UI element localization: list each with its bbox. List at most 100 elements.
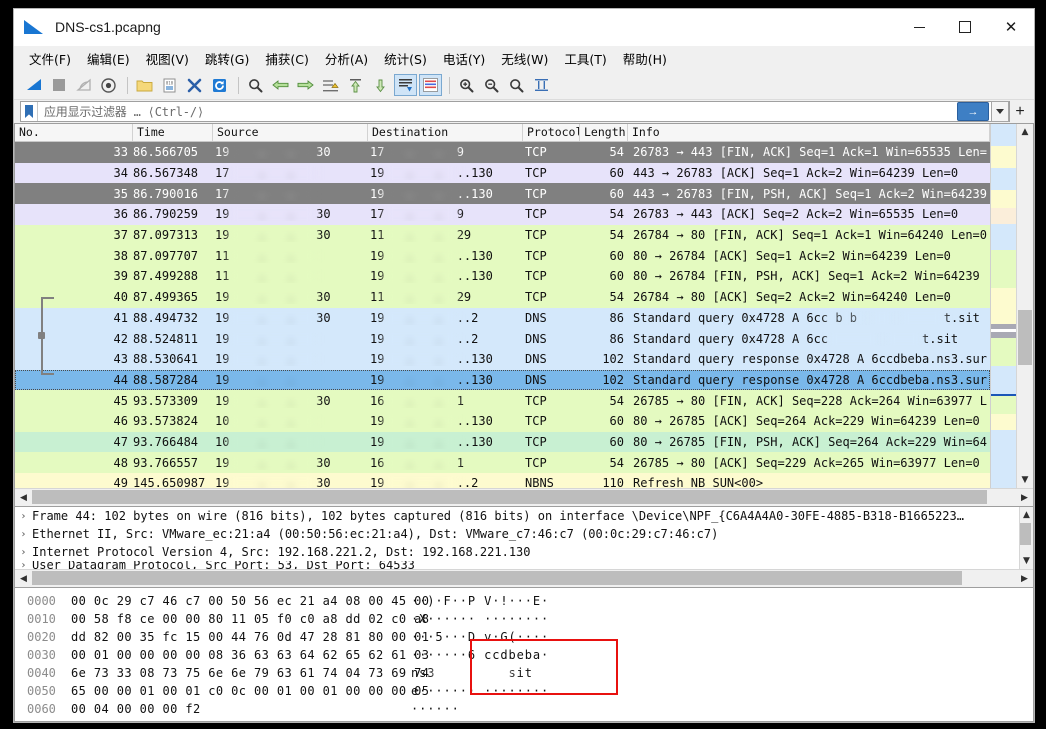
packet-map-segment[interactable]: [991, 124, 1016, 146]
display-filter-input[interactable]: 应用显示过滤器 … ⟨Ctrl-/⟩ →: [20, 101, 1010, 122]
packet-row[interactable]: 49145.65098719 . . 3019 . . ..2NBNS110Re…: [15, 473, 990, 488]
packet-map-segment[interactable]: [991, 168, 1016, 190]
packet-row[interactable]: 3586.79001617 . . 19 . . ..130TCP60443 →…: [15, 183, 990, 204]
hscroll-right-icon[interactable]: ▶: [1016, 489, 1033, 506]
details-hscroll-right-icon[interactable]: ▶: [1016, 570, 1033, 587]
detail-row[interactable]: ›Frame 44: 102 bytes on wire (816 bits),…: [15, 507, 1033, 525]
expand-chevron-right-icon[interactable]: ›: [15, 547, 32, 558]
packet-row[interactable]: 3787.09731319 . . 3011 . . 29TCP5426784 …: [15, 225, 990, 246]
hex-dump-row[interactable]: 001000 58 f8 ce 00 00 80 11 05 f0 c0 a8 …: [15, 610, 1033, 628]
menu-telephony[interactable]: 电话(Y): [436, 46, 492, 71]
menu-edit[interactable]: 编辑(E): [80, 46, 137, 71]
expand-chevron-right-icon[interactable]: ›: [15, 529, 32, 540]
menu-capture[interactable]: 捕获(C): [258, 46, 315, 71]
packet-map-segment[interactable]: [991, 396, 1016, 414]
column-header-info[interactable]: Info: [628, 124, 990, 141]
menu-help[interactable]: 帮助(H): [616, 46, 674, 71]
packet-row[interactable]: 3887.09770711 . . 19 . . ..130TCP6080 → …: [15, 245, 990, 266]
packet-row[interactable]: 4488.58728419 . . 19 . . ..130DNS102Stan…: [15, 370, 990, 391]
column-header-length[interactable]: Length: [580, 124, 628, 141]
packet-map-segment[interactable]: [991, 366, 1016, 394]
column-header-protocol[interactable]: Protocol: [523, 124, 580, 141]
packet-map-segment[interactable]: [991, 288, 1016, 324]
stop-capture-icon[interactable]: [47, 74, 70, 96]
hex-dump-row[interactable]: 000000 0c 29 c7 46 c7 00 50 56 ec 21 a4 …: [15, 592, 1033, 610]
scroll-up-icon[interactable]: ▲: [1017, 124, 1033, 140]
reload-file-icon[interactable]: [208, 74, 231, 96]
go-to-last-packet-icon[interactable]: [369, 74, 392, 96]
column-header-no[interactable]: No.: [15, 124, 133, 141]
scroll-down-icon[interactable]: ▼: [1017, 472, 1033, 488]
auto-scroll-icon[interactable]: [394, 74, 417, 96]
details-vertical-scrollbar[interactable]: ▲ ▼: [1019, 507, 1033, 569]
column-header-destination[interactable]: Destination: [368, 124, 523, 141]
column-header-source[interactable]: Source: [213, 124, 368, 141]
details-horizontal-scrollbar[interactable]: ◀ ▶: [15, 569, 1033, 587]
detail-row[interactable]: ›User Datagram Protocol, Src Port: 53, D…: [15, 561, 1033, 569]
packet-row[interactable]: 4288.52481119 . . 19 . . ..2DNS86Standar…: [15, 328, 990, 349]
details-scroll-down-icon[interactable]: ▼: [1019, 553, 1035, 569]
menu-analyze[interactable]: 分析(A): [318, 46, 375, 71]
packet-list-horizontal-scrollbar[interactable]: ◀ ▶: [15, 488, 1033, 506]
packet-map-segment[interactable]: [991, 190, 1016, 208]
menu-tools[interactable]: 工具(T): [557, 46, 613, 71]
open-file-icon[interactable]: [133, 74, 156, 96]
packet-row[interactable]: 4893.76655719 . . 3016 . . 1TCP5426785 →…: [15, 452, 990, 473]
save-file-icon[interactable]: 010: [158, 74, 181, 96]
menu-go[interactable]: 跳转(G): [198, 46, 256, 71]
go-to-first-packet-icon[interactable]: [344, 74, 367, 96]
expand-chevron-right-icon[interactable]: ›: [15, 511, 32, 522]
details-hscroll-left-icon[interactable]: ◀: [15, 570, 32, 587]
menu-file[interactable]: 文件(F): [22, 46, 78, 71]
minimize-button[interactable]: [896, 9, 942, 45]
packet-list-vertical-scrollbar[interactable]: ▲ ▼: [1016, 124, 1033, 488]
details-scroll-track[interactable]: [1019, 523, 1035, 553]
packet-row[interactable]: 3686.79025919 . . 3017 . . 9TCP5426783 →…: [15, 204, 990, 225]
hex-dump-row[interactable]: 006000 04 00 00 00 f2······: [15, 700, 1033, 718]
packet-row[interactable]: 4593.57330919 . . 3016 . . 1TCP5426785 →…: [15, 390, 990, 411]
packet-row[interactable]: 4188.49473219 . . 3019 . . ..2DNS86Stand…: [15, 308, 990, 329]
capture-options-icon[interactable]: [97, 74, 120, 96]
zoom-in-icon[interactable]: [455, 74, 478, 96]
packet-map-segment[interactable]: [991, 224, 1016, 250]
zoom-out-icon[interactable]: [480, 74, 503, 96]
column-header-time[interactable]: Time: [133, 124, 213, 141]
start-capture-icon[interactable]: [22, 74, 45, 96]
packet-map-segment[interactable]: [991, 338, 1016, 366]
packet-row[interactable]: 4388.53064119 . . 19 . . ..130DNS102Stan…: [15, 349, 990, 370]
scroll-track[interactable]: [1017, 140, 1033, 472]
maximize-button[interactable]: [942, 9, 988, 45]
go-to-packet-icon[interactable]: [319, 74, 342, 96]
close-file-icon[interactable]: [183, 74, 206, 96]
hscroll-track[interactable]: [32, 489, 1016, 506]
packet-map-scrollbar[interactable]: [990, 124, 1016, 488]
expand-chevron-right-icon[interactable]: ›: [15, 561, 32, 569]
packet-map-segment[interactable]: [991, 146, 1016, 168]
menu-view[interactable]: 视图(V): [139, 46, 196, 71]
zoom-reset-icon[interactable]: [505, 74, 528, 96]
filter-bookmark-icon[interactable]: [21, 102, 38, 121]
go-forward-icon[interactable]: [294, 74, 317, 96]
packet-row[interactable]: 4793.76648410 . . 19 . . ..130TCP6080 → …: [15, 432, 990, 453]
colorize-icon[interactable]: [419, 74, 442, 96]
resize-columns-icon[interactable]: [530, 74, 553, 96]
go-back-icon[interactable]: [269, 74, 292, 96]
restart-capture-icon[interactable]: [72, 74, 95, 96]
packet-row[interactable]: 4693.57382410 . . 19 . . ..130TCP6080 → …: [15, 411, 990, 432]
packet-map-segment[interactable]: [991, 250, 1016, 288]
packet-row[interactable]: 3987.49928811 . . 19 . . ..130TCP6080 → …: [15, 266, 990, 287]
detail-row[interactable]: ›Internet Protocol Version 4, Src: 192.1…: [15, 543, 1033, 561]
add-filter-button[interactable]: +: [1010, 101, 1030, 122]
packet-map-segment[interactable]: [991, 414, 1016, 430]
apply-filter-button[interactable]: →: [957, 102, 989, 121]
close-button[interactable]: ✕: [988, 9, 1034, 45]
packet-row[interactable]: 3386.56670519 . . 3017 . . 9TCP5426783 →…: [15, 142, 990, 163]
details-scroll-up-icon[interactable]: ▲: [1019, 507, 1035, 523]
packet-row[interactable]: 3486.56734817 . . 19 . . ..130TCP60443 →…: [15, 163, 990, 184]
find-packet-icon[interactable]: [244, 74, 267, 96]
hscroll-left-icon[interactable]: ◀: [15, 489, 32, 506]
details-hscroll-track[interactable]: [32, 570, 1016, 587]
filter-history-chevron-down-icon[interactable]: [991, 101, 1009, 122]
packet-map-segment[interactable]: [991, 208, 1016, 224]
menu-wireless[interactable]: 无线(W): [494, 46, 555, 71]
